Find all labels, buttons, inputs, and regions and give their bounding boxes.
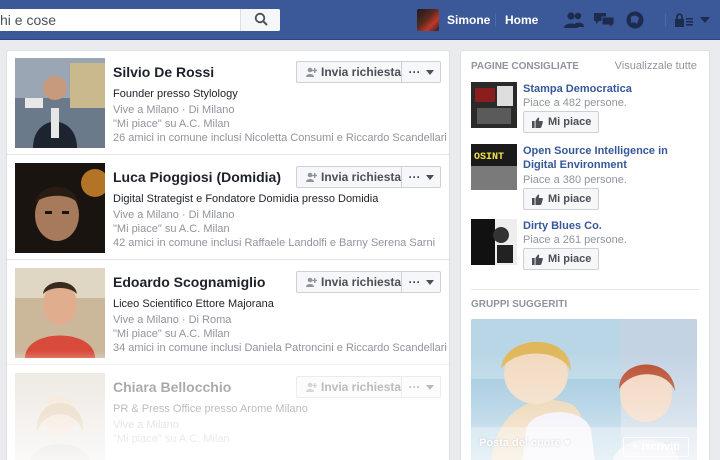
thumbs-up-icon (532, 254, 543, 265)
person-work: PR & Press Office presso Arome Milano (113, 403, 308, 415)
suggested-page-item: Dirty Blues Co. Piace a 261 persone. Mi … (471, 219, 701, 271)
suggested-page-item: OSINT Open Source Intelligence in Digita… (471, 144, 701, 210)
more-options-label: ··· (408, 380, 421, 394)
page-thumbnail[interactable] (471, 82, 517, 128)
top-navigation-bar: Simone Home (0, 0, 720, 40)
person-location: Vive a Milano · Di Milano (113, 104, 235, 116)
avatar (417, 9, 439, 31)
person-work: Digital Strategist e Fondatore Domidia p… (113, 193, 379, 205)
more-options-label: ··· (408, 170, 421, 184)
search-input[interactable] (0, 9, 240, 31)
person-likes: "Mi piace" su A.C. Milan (113, 328, 230, 340)
person-name[interactable]: Chiara Bellocchio (113, 379, 231, 395)
person-mutual-friends[interactable]: 42 amici in comune inclusi Raffaele Land… (113, 237, 435, 249)
search-button[interactable] (240, 9, 280, 31)
person-likes: "Mi piace" su A.C. Milan (113, 223, 230, 235)
suggested-page-item: Stampa Democratica Piace a 482 persone. … (471, 82, 701, 134)
chevron-down-icon (425, 174, 434, 180)
person-mutual-friends[interactable]: 34 amici in comune inclusi Daniela Patro… (113, 342, 447, 354)
page-thumbnail[interactable] (471, 219, 517, 265)
send-friend-request-label: Invia richiesta (321, 275, 402, 289)
add-friend-icon (305, 67, 317, 77)
send-friend-request-label: Invia richiesta (321, 170, 402, 184)
add-friend-icon (305, 382, 317, 392)
page-name[interactable]: Open Source Intelligence in Digital Envi… (523, 144, 701, 172)
suggested-pages-header: PAGINE CONSIGLIATE (471, 61, 579, 72)
profile-photo[interactable] (15, 373, 105, 460)
list-item: Edoardo Scognamiglio Liceo Scientifico E… (7, 261, 449, 365)
like-page-label: Mi piace (548, 253, 592, 265)
nav-divider (665, 13, 666, 27)
nav-profile-name: Simone (447, 13, 491, 27)
friend-requests-icon[interactable] (563, 10, 585, 30)
more-options-label: ··· (408, 275, 421, 289)
group-name[interactable]: Posta del cuore ♥ (479, 437, 571, 449)
page-name[interactable]: Stampa Democratica (523, 82, 701, 96)
chevron-down-icon (425, 279, 434, 285)
send-friend-request-button[interactable]: Invia richiesta (296, 271, 402, 293)
notifications-icon[interactable] (624, 10, 646, 30)
person-likes: "Mi piace" su A.C. Milan (113, 433, 230, 445)
account-menu-chevron-icon[interactable] (697, 10, 713, 30)
join-group-button[interactable]: + Iscriviti (623, 437, 689, 457)
search-box (0, 9, 280, 31)
profile-photo[interactable] (15, 268, 105, 358)
add-friend-icon (305, 277, 317, 287)
nav-profile-link[interactable]: Simone (417, 0, 490, 40)
more-options-button[interactable]: ··· (402, 166, 441, 188)
see-all-link[interactable]: Visualizzale tutte (615, 60, 697, 72)
nav-divider (495, 13, 496, 27)
section-divider (471, 289, 699, 290)
like-page-label: Mi piace (548, 193, 592, 205)
like-page-button[interactable]: Mi piace (523, 188, 599, 210)
send-friend-request-button[interactable]: Invia richiesta (296, 61, 402, 83)
privacy-lock-icon[interactable] (673, 10, 695, 30)
more-options-button[interactable]: ··· (402, 61, 441, 83)
profile-photo[interactable] (15, 163, 105, 253)
right-sidebar: PAGINE CONSIGLIATE Visualizzale tutte St… (460, 50, 710, 460)
person-work: Liceo Scientifico Ettore Majorana (113, 298, 274, 310)
person-name[interactable]: Edoardo Scognamiglio (113, 274, 265, 290)
thumbs-up-icon (532, 194, 543, 205)
person-mutual-friends[interactable]: 26 amici in comune inclusi Nicoletta Con… (113, 132, 447, 144)
suggested-group-card[interactable]: Posta del cuore ♥ + Iscriviti (471, 319, 697, 460)
add-friend-icon (305, 172, 317, 182)
person-location: Vive a Milano (113, 419, 179, 431)
person-location: Vive a Milano · Di Roma (113, 314, 232, 326)
person-likes: "Mi piace" su A.C. Milan (113, 118, 230, 130)
more-options-button[interactable]: ··· (402, 376, 441, 398)
list-item: Silvio De Rossi Founder presso Stylology… (7, 51, 449, 155)
send-friend-request-label: Invia richiesta (321, 380, 402, 394)
people-you-may-know-list: Silvio De Rossi Founder presso Stylology… (6, 50, 450, 460)
suggested-groups-header: GRUPPI SUGGERITI (471, 299, 568, 310)
like-page-label: Mi piace (548, 116, 592, 128)
page-thumbnail[interactable]: OSINT (471, 144, 517, 190)
send-friend-request-button[interactable]: Invia richiesta (296, 166, 402, 188)
chevron-down-icon (425, 69, 434, 75)
page-likes-count: Piace a 261 persone. (523, 234, 627, 246)
person-name[interactable]: Silvio De Rossi (113, 64, 214, 80)
person-name[interactable]: Luca Pioggiosi (Domidia) (113, 169, 281, 185)
page-likes-count: Piace a 482 persone. (523, 97, 627, 109)
search-icon (254, 12, 268, 29)
profile-photo[interactable] (15, 58, 105, 148)
page-name[interactable]: Dirty Blues Co. (523, 219, 701, 233)
person-work: Founder presso Stylology (113, 88, 238, 100)
person-location: Vive a Milano · Di Milano (113, 209, 235, 221)
send-friend-request-button[interactable]: Invia richiesta (296, 376, 402, 398)
list-item: Luca Pioggiosi (Domidia) Digital Strateg… (7, 156, 449, 260)
thumbs-up-icon (532, 117, 543, 128)
more-options-button[interactable]: ··· (402, 271, 441, 293)
svg-text:OSINT: OSINT (474, 152, 504, 163)
send-friend-request-label: Invia richiesta (321, 65, 402, 79)
nav-home-link[interactable]: Home (505, 0, 538, 40)
more-options-label: ··· (408, 65, 421, 79)
page-likes-count: Piace a 380 persone. (523, 174, 627, 186)
like-page-button[interactable]: Mi piace (523, 248, 599, 270)
like-page-button[interactable]: Mi piace (523, 111, 599, 133)
messages-icon[interactable] (593, 10, 615, 30)
list-item: Chiara Bellocchio PR & Press Office pres… (7, 366, 449, 460)
chevron-down-icon (425, 384, 434, 390)
